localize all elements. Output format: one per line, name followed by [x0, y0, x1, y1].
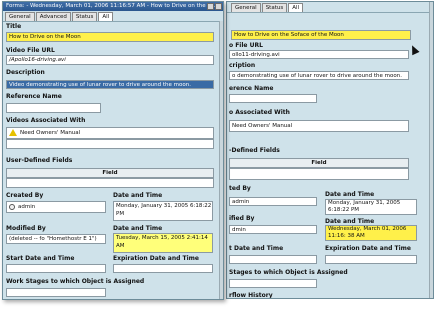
back-title-field[interactable]: How to Drive on the Soface of the Moon: [231, 30, 411, 40]
back-tab-all[interactable]: All: [288, 3, 304, 12]
expiration-date-label: Expiration Date and Time: [113, 255, 199, 262]
back-video-url-label: o File URL: [229, 42, 263, 49]
user-icon: [9, 203, 15, 210]
back-modified-field[interactable]: dmin: [229, 225, 317, 234]
work-stages-label: Work Stages to which Object is Assigned: [6, 278, 145, 285]
back-description-label: cription: [229, 62, 256, 69]
minimize-button[interactable]: [207, 3, 214, 10]
back-assoc-label: o Associated With: [229, 109, 290, 116]
back-modified-label: ified By: [229, 215, 255, 222]
warning-icon: [9, 129, 17, 136]
back-scrollbar[interactable]: [429, 2, 433, 298]
modified-dt-field[interactable]: Tuesday, March 15, 2005 2:41:14 AM: [113, 233, 213, 253]
start-date-label: Start Date and Time: [6, 255, 75, 262]
work-stages-field[interactable]: [6, 288, 106, 297]
window-controls: [207, 3, 222, 10]
back-created-label: ted By: [229, 185, 251, 192]
field-column-header: Field: [6, 168, 214, 178]
front-form-window: Forms: - Wednesday, March 01, 2006 11:16…: [2, 1, 224, 300]
created-dt-label: Date and Time: [113, 192, 163, 199]
created-by-value: admin: [18, 204, 36, 210]
title-field[interactable]: How to Drive on the Moon: [6, 32, 214, 42]
back-expiration-label: Expiration Date and Time: [325, 245, 411, 252]
modified-by-label: Modified By: [6, 225, 46, 232]
back-field-header: Field: [229, 158, 409, 168]
back-start-field[interactable]: [229, 255, 317, 264]
back-tab-general[interactable]: General: [231, 3, 261, 12]
video-url-label: Video File URL: [6, 47, 55, 54]
back-start-label: t Date and Time: [229, 245, 284, 252]
tab-all[interactable]: All: [98, 12, 114, 21]
back-reference-field[interactable]: [229, 94, 317, 103]
description-field[interactable]: Video demonstrating use of lunar rover t…: [6, 80, 214, 89]
reference-name-label: Reference Name: [6, 93, 62, 100]
created-by-label: Created By: [6, 192, 44, 199]
reference-name-field[interactable]: [6, 103, 101, 113]
front-scrollbar[interactable]: [219, 21, 223, 299]
back-tab-strip: General Status All: [227, 2, 433, 13]
created-dt-field[interactable]: Monday, January 31, 2005 6:18:22 PM: [113, 201, 213, 221]
tab-advanced[interactable]: Advanced: [35, 12, 71, 21]
front-window-title: Forms: - Wednesday, March 01, 2006 11:16…: [6, 3, 218, 9]
back-stages-field[interactable]: [229, 279, 317, 288]
created-by-field[interactable]: admin: [6, 201, 106, 213]
back-workflow-label: rflow History: [229, 292, 273, 299]
back-created-dt-field[interactable]: Monday, January 31, 2005 6:18:22 PM: [325, 199, 417, 215]
back-reference-label: erence Name: [229, 85, 274, 92]
front-tab-strip: General Advanced Status All: [3, 11, 223, 22]
back-form-window: General Status All How to Drive on the S…: [226, 1, 434, 299]
close-button[interactable]: [215, 3, 222, 10]
user-defined-label: User-Defined Fields: [6, 157, 73, 164]
back-created-dt-label: Date and Time: [325, 191, 375, 198]
back-defined-label: -Defined Fields: [229, 147, 280, 154]
front-title-bar: Forms: - Wednesday, March 01, 2006 11:16…: [3, 2, 223, 11]
back-stages-label: Stages to which Object is Assigned: [229, 269, 348, 276]
back-modified-dt-label: Date and Time: [325, 218, 375, 225]
user-defined-list[interactable]: [6, 178, 214, 188]
tab-status[interactable]: Status: [71, 12, 98, 21]
description-label: Description: [6, 69, 45, 76]
back-tab-status[interactable]: Status: [261, 3, 288, 12]
title-label: Title: [6, 23, 22, 30]
videos-assoc-value: Need Owners' Manual: [20, 130, 81, 136]
back-field-list[interactable]: [229, 168, 409, 180]
back-expiration-field[interactable]: [325, 255, 417, 264]
modified-dt-label: Date and Time: [113, 225, 163, 232]
modified-by-field[interactable]: (deleted -- fo "Homethostr E 1"): [6, 234, 106, 244]
videos-assoc-label: Videos Associated With: [6, 117, 86, 124]
videos-assoc-extra[interactable]: [6, 139, 214, 149]
tab-general[interactable]: General: [5, 12, 35, 21]
video-url-field[interactable]: /Apollo16-driving.avi: [6, 55, 214, 65]
back-description-field[interactable]: o demonstrating use of lunar rover to dr…: [229, 71, 409, 80]
back-video-url-field[interactable]: ollo11-driving.avi: [229, 50, 409, 59]
videos-assoc-field[interactable]: Need Owners' Manual: [6, 127, 214, 139]
back-assoc-field[interactable]: Need Owners' Manual: [229, 120, 409, 132]
start-date-field[interactable]: [6, 264, 106, 273]
expiration-date-field[interactable]: [113, 264, 213, 273]
back-modified-dt-field[interactable]: Wednesday, March 01, 2006 11:16: 38 AM: [325, 225, 417, 241]
back-created-field[interactable]: admin: [229, 197, 317, 206]
